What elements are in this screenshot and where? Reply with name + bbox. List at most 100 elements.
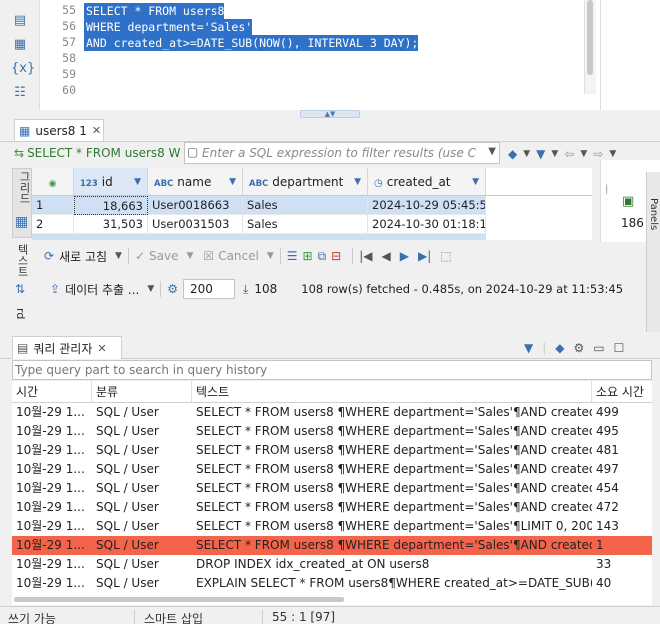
- cell-text[interactable]: DROP INDEX idx_created_at ON users8: [192, 555, 592, 574]
- row-number[interactable]: 1: [32, 196, 74, 215]
- cell-duration[interactable]: 472: [592, 498, 652, 517]
- cell-duration[interactable]: 454: [592, 479, 652, 498]
- cell-text[interactable]: SELECT * FROM users8 ¶WHERE department='…: [192, 498, 592, 517]
- cell-type[interactable]: SQL / User: [92, 422, 192, 441]
- export-icon[interactable]: ⇪: [50, 282, 60, 296]
- cell-time[interactable]: 10월-29 1...: [12, 460, 92, 479]
- filter-query-text[interactable]: SELECT * FROM users8 W: [27, 146, 180, 160]
- funnel-icon[interactable]: ▼: [536, 147, 545, 161]
- cell-text[interactable]: SELECT * FROM users8 ¶WHERE department='…: [192, 403, 592, 422]
- cell-duration[interactable]: 481: [592, 441, 652, 460]
- cell-time[interactable]: 10월-29 1...: [12, 574, 92, 593]
- execute-statement-icon[interactable]: ▤: [11, 12, 29, 30]
- fetch-all-icon[interactable]: ⬚: [440, 249, 451, 263]
- cell-type[interactable]: SQL / User: [92, 517, 192, 536]
- cell-time[interactable]: 10월-29 1...: [12, 403, 92, 422]
- result-grid[interactable]: ◉ 123 id ▼ ABC name ▼ ABC department ▼ ◷ create…: [32, 168, 592, 240]
- cell-duration[interactable]: 33: [592, 555, 652, 574]
- last-page-icon[interactable]: ▶|: [418, 249, 431, 263]
- editor-horizontal-scrollbar[interactable]: [84, 94, 584, 108]
- cell-duration[interactable]: 497: [592, 460, 652, 479]
- cell-type[interactable]: SQL / User: [92, 498, 192, 517]
- add-row-icon[interactable]: ⊞: [303, 249, 313, 263]
- forward-arrow-icon[interactable]: ⇨: [593, 147, 603, 161]
- cell-text[interactable]: SELECT * FROM users8 ¶WHERE department='…: [192, 422, 592, 441]
- close-icon[interactable]: ✕: [92, 124, 101, 137]
- edit-row-icon[interactable]: ☰: [287, 249, 298, 263]
- cell-duration[interactable]: 499: [592, 403, 652, 422]
- cell-id[interactable]: 18,663: [74, 196, 148, 215]
- cell-time[interactable]: 10월-29 1...: [12, 498, 92, 517]
- sort-icon[interactable]: ▼: [229, 168, 236, 196]
- refresh-button[interactable]: 새로 고침: [59, 248, 107, 265]
- chevron-down-icon[interactable]: ▼: [115, 251, 122, 261]
- filter-icon[interactable]: ▼: [524, 341, 533, 355]
- column-header-time[interactable]: 시간: [12, 381, 92, 403]
- cell-time[interactable]: 10월-29 1...: [12, 517, 92, 536]
- cell-duration[interactable]: 40: [592, 574, 652, 593]
- cell-text[interactable]: SELECT * FROM users8 ¶WHERE department='…: [192, 536, 592, 555]
- column-header-created-at[interactable]: ◷ created_at ▼: [368, 168, 486, 196]
- column-header-duration[interactable]: 소요 시간: [592, 381, 652, 403]
- cell-type[interactable]: SQL / User: [92, 460, 192, 479]
- chevron-down-icon[interactable]: ▼: [523, 149, 530, 159]
- history-scroll-thumb[interactable]: [14, 597, 344, 602]
- cell-time[interactable]: 10월-29 1...: [12, 555, 92, 574]
- column-header-department[interactable]: ABC department ▼: [243, 168, 368, 196]
- filter-input[interactable]: ▢ Enter a SQL expression to filter resul…: [184, 142, 500, 164]
- panels-tab[interactable]: Panels: [646, 172, 660, 332]
- chevron-down-icon[interactable]: ▼: [551, 149, 558, 159]
- tab-grid-view[interactable]: 그리드: [16, 171, 32, 204]
- cell-type[interactable]: SQL / User: [92, 441, 192, 460]
- chevron-down-icon[interactable]: ▼: [580, 149, 587, 159]
- outline-icon[interactable]: ☷: [11, 84, 29, 102]
- delete-row-icon[interactable]: ⊟: [331, 249, 341, 263]
- cell-duration[interactable]: 495: [592, 422, 652, 441]
- cell-text[interactable]: EXPLAIN SELECT * FROM users8¶WHERE creat…: [192, 574, 592, 593]
- clear-icon[interactable]: ◆: [555, 341, 564, 355]
- next-page-icon[interactable]: ▶: [400, 249, 409, 263]
- cell-text[interactable]: SELECT * FROM users8 ¶WHERE department='…: [192, 460, 592, 479]
- minimize-icon[interactable]: ▭: [593, 341, 604, 355]
- code-area[interactable]: SELECT * FROM users8 WHERE department='S…: [84, 0, 584, 94]
- eraser-icon[interactable]: ◆: [508, 147, 517, 161]
- cancel-button[interactable]: Cancel: [218, 249, 259, 263]
- explain-plan-icon[interactable]: {x}: [11, 60, 35, 78]
- filter-history-icon[interactable]: ▢: [187, 145, 198, 159]
- transpose-icon[interactable]: ⇅: [15, 282, 25, 296]
- tab-text-view[interactable]: 텍스트: [14, 244, 30, 277]
- sort-icon[interactable]: ▼: [134, 168, 141, 196]
- cell-created-at[interactable]: 2024-10-30 01:18:16: [368, 215, 486, 234]
- code-line-selected[interactable]: SELECT * FROM users8: [84, 3, 225, 19]
- tab-record-view[interactable]: rd: [14, 308, 27, 319]
- settings-gear-icon[interactable]: ⚙: [167, 282, 178, 296]
- cell-time[interactable]: 10월-29 1...: [12, 479, 92, 498]
- cell-time[interactable]: 10월-29 1...: [12, 422, 92, 441]
- fetch-size-input[interactable]: 200: [183, 279, 236, 299]
- query-history-search[interactable]: Type query part to search in query histo…: [12, 360, 652, 380]
- cell-name[interactable]: User0031503: [148, 215, 243, 234]
- cell-text[interactable]: SELECT * FROM users8 ¶WHERE department='…: [192, 441, 592, 460]
- cell-department[interactable]: Sales: [243, 215, 368, 234]
- cell-text[interactable]: SELECT * FROM users8 ¶WHERE department='…: [192, 517, 592, 536]
- cell-created-at[interactable]: 2024-10-29 05:45:51: [368, 196, 486, 215]
- code-line-selected[interactable]: WHERE department='Sales': [84, 19, 253, 35]
- copy-row-icon[interactable]: ⧉: [318, 249, 327, 264]
- customize-icon[interactable]: ⚙: [574, 341, 585, 355]
- refresh-icon[interactable]: ⟳: [44, 249, 54, 263]
- first-page-icon[interactable]: |◀: [359, 249, 372, 263]
- cell-type[interactable]: SQL / User: [92, 555, 192, 574]
- cell-time[interactable]: 10월-29 1...: [12, 441, 92, 460]
- editor-scroll-thumb[interactable]: [587, 0, 593, 75]
- maximize-icon[interactable]: ☐: [614, 341, 625, 355]
- tab-users8-result[interactable]: ▦ users8 1 ✕: [14, 119, 104, 141]
- execute-script-icon[interactable]: ▦: [11, 36, 29, 54]
- column-header-text[interactable]: 텍스트: [192, 381, 592, 403]
- cell-type[interactable]: SQL / User: [92, 479, 192, 498]
- panel-splitter-handle[interactable]: ▲▼: [300, 110, 360, 118]
- cell-time[interactable]: 10월-29 1...: [12, 536, 92, 555]
- cell-type[interactable]: SQL / User: [92, 574, 192, 593]
- cell-text[interactable]: SELECT * FROM users8 ¶WHERE department='…: [192, 479, 592, 498]
- cell-type[interactable]: SQL / User: [92, 536, 192, 555]
- grid-icon[interactable]: ▦: [15, 214, 28, 230]
